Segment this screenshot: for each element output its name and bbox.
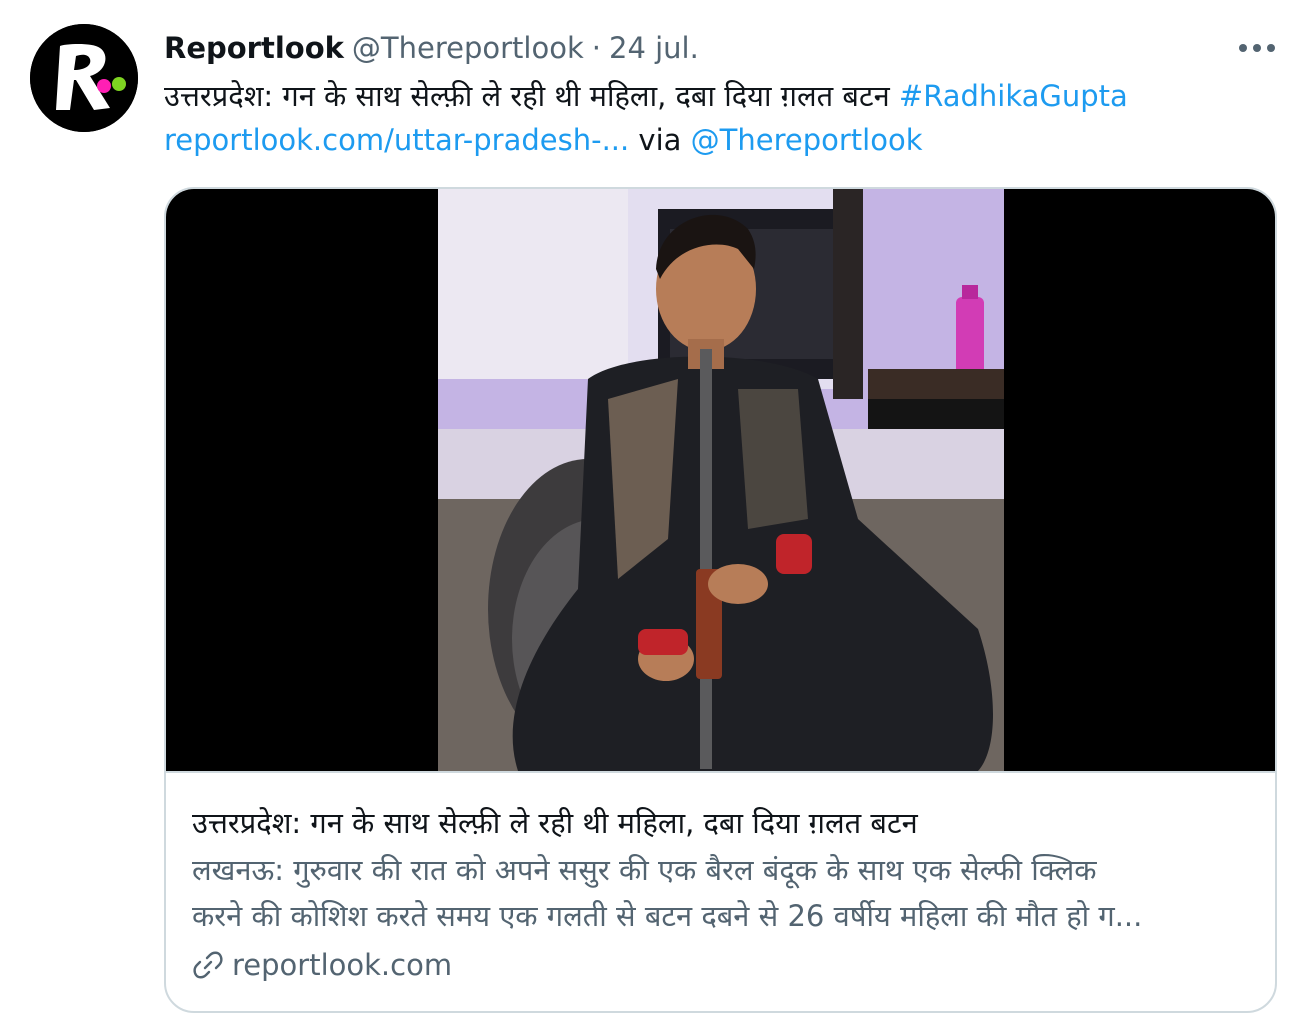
separator-dot: · bbox=[591, 31, 601, 65]
tweet[interactable]: Reportlook @Thereportlook · 24 jul. उत्त… bbox=[0, 0, 1310, 1024]
card-title[interactable]: उत्तरप्रदेश: गन के साथ सेल्फ़ी ले रही थी… bbox=[192, 801, 918, 845]
link-preview-card[interactable]: उत्तरप्रदेश: गन के साथ सेल्फ़ी ले रही थी… bbox=[164, 187, 1277, 1013]
tweet-header: Reportlook @Thereportlook · 24 jul. bbox=[164, 28, 699, 68]
reportlook-logo-icon bbox=[30, 24, 138, 132]
user-handle[interactable]: @Thereportlook bbox=[352, 31, 584, 65]
tweet-date[interactable]: 24 jul. bbox=[609, 31, 699, 65]
avatar[interactable] bbox=[30, 24, 138, 132]
tweet-text: उत्तरप्रदेश: गन के साथ सेल्फ़ी ले रही थी… bbox=[164, 74, 1274, 162]
article-url-link[interactable]: reportlook.com/uttar-pradesh-... bbox=[164, 123, 629, 157]
card-divider bbox=[166, 771, 1275, 773]
tweet-text-line-2: reportlook.com/uttar-pradesh-... via @Th… bbox=[164, 118, 1274, 162]
card-photo-image bbox=[438, 189, 1004, 771]
card-media[interactable] bbox=[166, 189, 1275, 771]
link-icon bbox=[193, 951, 223, 979]
card-description[interactable]: लखनऊ: गुरुवार की रात को अपने ससुर की एक … bbox=[192, 847, 1252, 939]
card-domain-text: reportlook.com bbox=[232, 948, 453, 982]
card-description-line-1: लखनऊ: गुरुवार की रात को अपने ससुर की एक … bbox=[192, 853, 1097, 887]
card-description-line-2: करने की कोशिश करते समय एक गलती से बटन दब… bbox=[192, 899, 1143, 933]
tweet-text-body: उत्तरप्रदेश: गन के साथ सेल्फ़ी ले रही थी… bbox=[164, 79, 899, 113]
card-photo[interactable] bbox=[438, 189, 1004, 771]
mention-link[interactable]: @Thereportlook bbox=[691, 123, 923, 157]
tweet-text-line-1: उत्तरप्रदेश: गन के साथ सेल्फ़ी ले रही थी… bbox=[164, 74, 1274, 118]
more-horizontal-icon bbox=[1239, 44, 1275, 52]
card-domain[interactable]: reportlook.com bbox=[192, 943, 452, 987]
display-name[interactable]: Reportlook bbox=[164, 31, 344, 65]
hashtag-link[interactable]: #RadhikaGupta bbox=[899, 79, 1128, 113]
via-text: via bbox=[629, 123, 691, 157]
more-options-button[interactable] bbox=[1232, 30, 1282, 66]
